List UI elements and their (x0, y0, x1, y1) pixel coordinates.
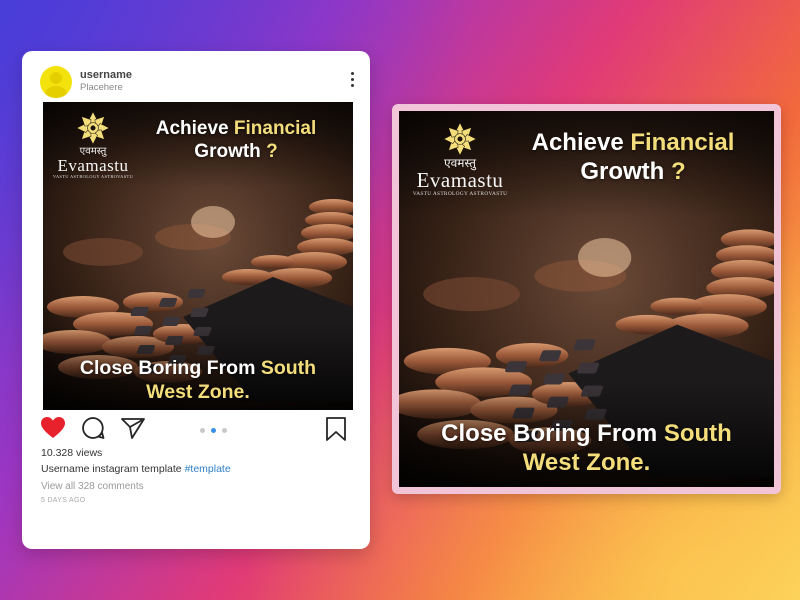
instagram-post-card: username Placehere एवमस्तु Evamastu VAST… (22, 51, 370, 549)
poster: एवमस्तु Evamastu VASTU ASTROLOGY ASTROVA… (399, 111, 774, 487)
carousel-dot-active[interactable] (211, 428, 216, 433)
footer-accent: South (260, 357, 317, 379)
poster-headline: Achieve Financial Growth ? (155, 118, 317, 163)
caption-text: instagram template (89, 463, 185, 475)
poster-footer-text: Close Boring From South West Zone. (79, 357, 317, 403)
action-bar (40, 416, 354, 444)
logo-tagline: VASTU ASTROLOGY ASTROVASTU (412, 191, 508, 198)
carousel-dot[interactable] (200, 428, 205, 433)
avatar[interactable] (40, 66, 72, 98)
hashtag-link[interactable]: #template (185, 463, 231, 475)
post-timestamp: 5 DAYS AGO (41, 497, 86, 504)
post-header: username Placehere (40, 65, 360, 99)
view-count: 10.328 views (41, 447, 103, 459)
logo-brand-name: Evamastu (57, 156, 129, 175)
caption: Username instagram template #template (41, 463, 231, 475)
bookmark-icon[interactable] (325, 416, 347, 442)
poster-preview-frame: एवमस्तु Evamastu VASTU ASTROLOGY ASTROVA… (392, 104, 781, 494)
comment-icon[interactable] (81, 416, 105, 440)
post-image[interactable]: एवमस्तु Evamastu VASTU ASTROLOGY ASTROVA… (43, 102, 353, 410)
headline-question-mark: ? (266, 141, 278, 163)
location-text: Placehere (80, 82, 123, 93)
more-vertical-icon[interactable] (350, 72, 354, 90)
carousel-dot[interactable] (222, 428, 227, 433)
poster-headline: Achieve Financial Growth ? (531, 129, 735, 186)
lotus-mandala-icon (76, 111, 110, 145)
heart-icon[interactable] (40, 416, 66, 440)
brand-logo: एवमस्तु Evamastu VASTU ASTROLOGY ASTROVA… (49, 110, 137, 179)
logo-brand-name: Evamastu (416, 168, 504, 193)
headline-question-mark: ? (670, 158, 686, 186)
lotus-mandala-icon (443, 122, 477, 156)
poster: एवमस्तु Evamastu VASTU ASTROLOGY ASTROVA… (43, 102, 353, 410)
logo-tagline: VASTU ASTROLOGY ASTROVASTU (52, 174, 134, 179)
username[interactable]: username (80, 69, 132, 81)
brand-logo: एवमस्तु Evamastu VASTU ASTROLOGY ASTROVA… (407, 121, 513, 198)
caption-username[interactable]: Username (41, 463, 89, 475)
footer-accent: South (663, 420, 732, 447)
poster-preview: एवमस्तु Evamastu VASTU ASTROLOGY ASTROVA… (399, 111, 774, 487)
avatar-body (45, 86, 67, 98)
poster-footer-text: Close Boring From South West Zone. (441, 420, 732, 477)
avatar-head (50, 72, 62, 84)
carousel-indicator (200, 428, 230, 434)
headline-accent: Financial (630, 129, 735, 156)
headline-accent: Financial (233, 118, 317, 139)
share-icon[interactable] (120, 416, 146, 440)
view-comments-link[interactable]: View all 328 comments (41, 481, 144, 492)
